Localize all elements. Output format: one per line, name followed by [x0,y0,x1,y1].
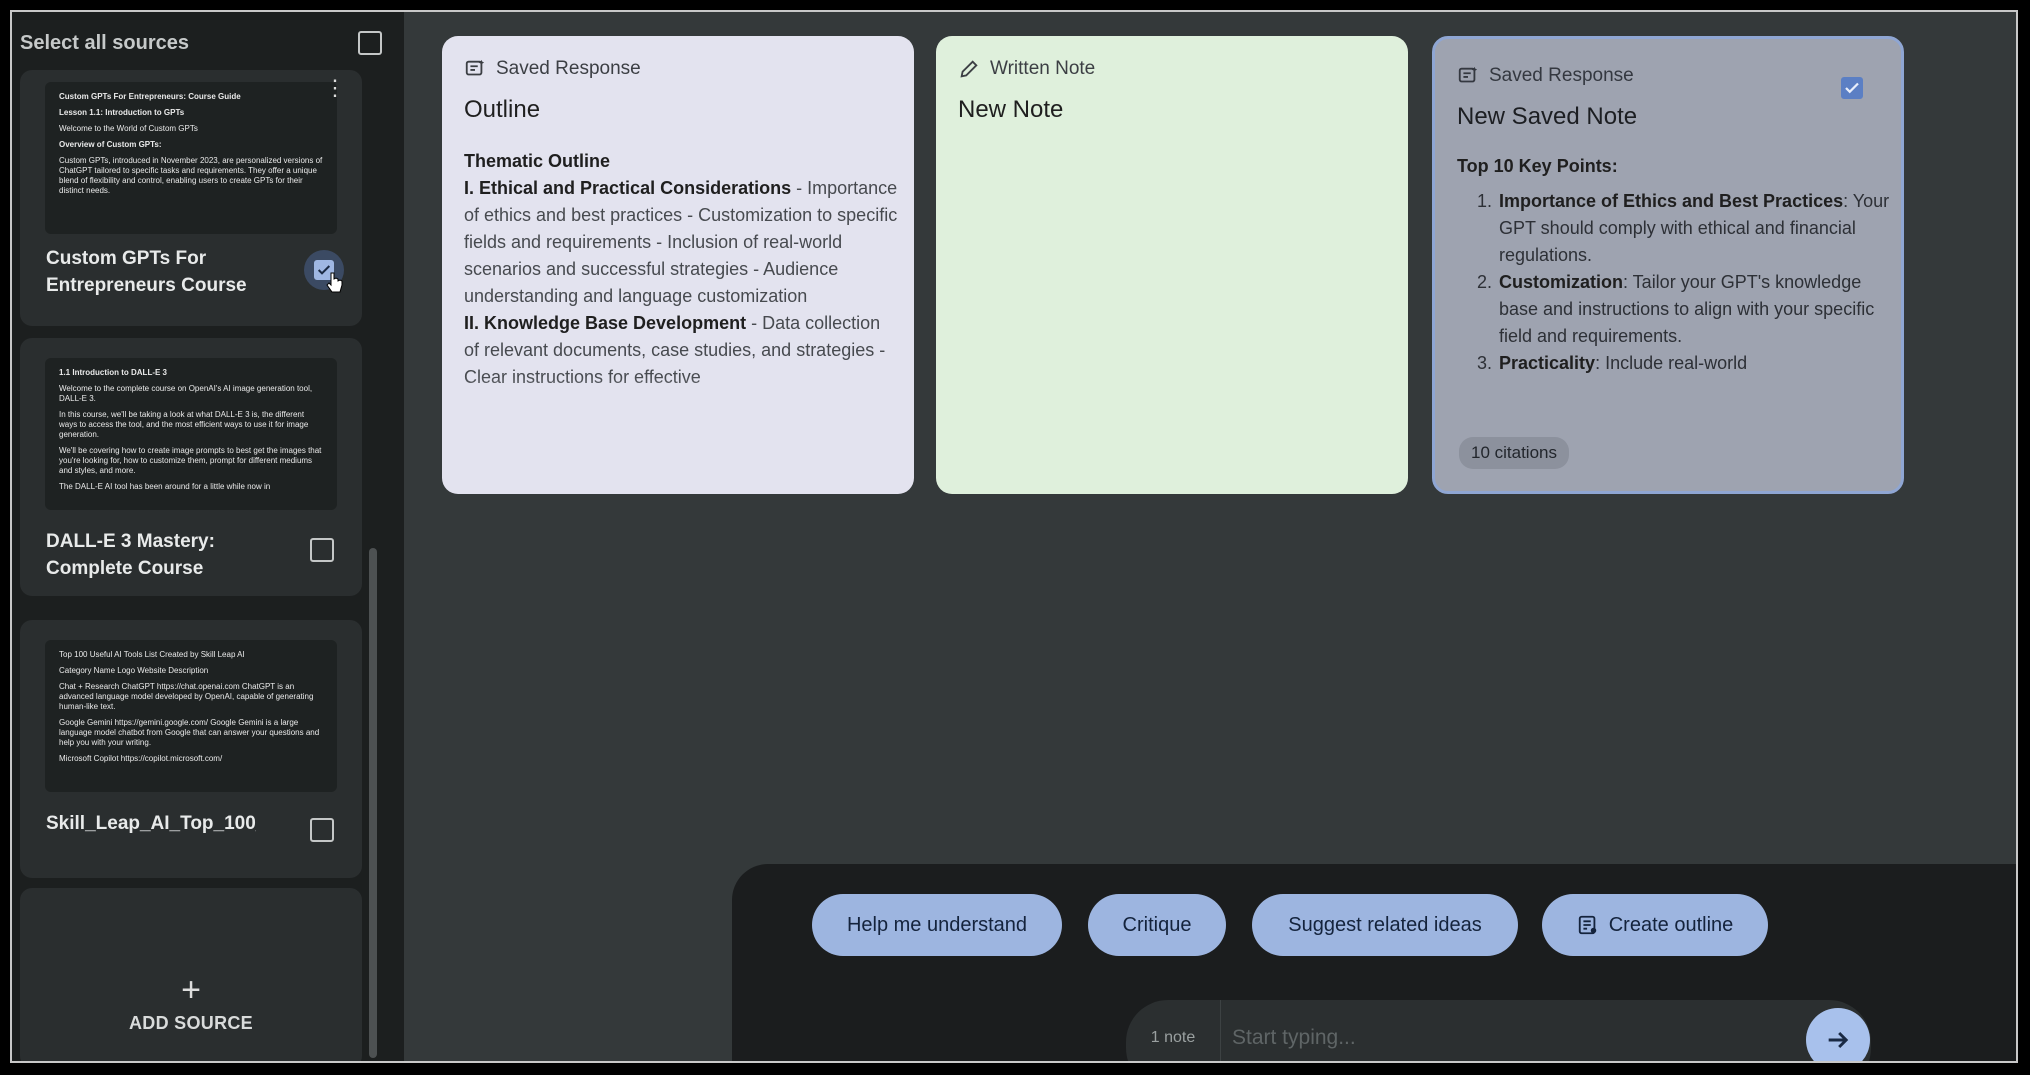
note-body: Thematic Outline I. Ethical and Practica… [464,148,900,391]
section-heading: I. Ethical and Practical Considerations [464,178,792,198]
source-title: DALL-E 3 Mastery: Complete Course [46,531,215,579]
thumb-line: Microsoft Copilot https://copilot.micros… [59,754,223,763]
text-fade [442,376,914,466]
note-kind: Saved Response [1457,65,1634,87]
source-title: Custom GPTs For Entrepreneurs Course [46,248,247,296]
note-kind: Saved Response [464,58,641,80]
thumb-line: Chat + Research ChatGPT https://chat.ope… [59,682,314,711]
thumb-line: Custom GPTs For Entrepreneurs: Course Gu… [59,92,241,101]
source-card[interactable]: Top 100 Useful AI Tools List Created by … [20,620,362,878]
source-checkbox[interactable] [310,538,334,562]
note-title: New Note [958,96,1064,123]
saved-response-icon [465,59,485,76]
thumb-line: Lesson 1.1: Introduction to GPTs [59,108,185,117]
critique-button[interactable]: Critique [1088,894,1226,956]
sidebar-scrollbar[interactable] [369,548,377,1058]
app-window: Select all sources Custom GPTs For Entre… [10,10,2018,1063]
thumb-line: The DALL-E AI tool has been around for a… [59,482,271,491]
help-me-understand-button[interactable]: Help me understand [812,894,1062,956]
source-thumbnail: Custom GPTs For Entrepreneurs: Course Gu… [45,82,337,234]
citations-badge[interactable]: 10 citations [1459,437,1569,469]
note-title: Outline [464,96,541,123]
note-card[interactable]: Saved Response Outline Thematic Outline … [442,36,914,494]
saved-response-icon [1458,66,1478,83]
note-kind-label: Written Note [990,58,1096,79]
note-body: Top 10 Key Points: Importance of Ethics … [1457,153,1893,377]
note-checkbox[interactable] [1841,77,1863,99]
check-icon [1845,82,1859,94]
chat-panel: Help me understand Critique Suggest rela… [732,864,2016,1061]
send-button[interactable] [1806,1008,1870,1061]
list-item: Importance of Ethics and Best Practices:… [1497,188,1893,269]
thumb-line: Welcome to the World of Custom GPTs [59,124,198,133]
source-thumbnail: Top 100 Useful AI Tools List Created by … [45,640,337,792]
thumb-line: Welcome to the complete course on OpenAI… [59,384,313,403]
select-all-checkbox[interactable] [358,31,382,55]
mouse-cursor-icon [326,272,343,293]
source-card[interactable]: 1.1 Introduction to DALL-E 3 Welcome to … [20,338,362,596]
note-heading: Top 10 Key Points: [1457,156,1618,176]
note-card[interactable]: Written Note New Note [936,36,1408,494]
arrow-right-icon [1828,1031,1849,1049]
thumb-line: Category Name Logo Website Description [59,666,209,675]
pencil-icon [960,60,978,78]
create-outline-button[interactable]: Create outline [1542,894,1768,956]
note-count[interactable]: 1 note [1126,1000,1221,1061]
chat-input[interactable]: Start typing... [1232,1026,1356,1050]
chat-input-bar[interactable]: 1 note Start typing... [1126,1000,1871,1061]
note-title: New Saved Note [1457,103,1638,130]
plus-icon: + [181,971,201,1009]
add-source-label: ADD SOURCE [128,1013,253,1033]
outline-icon [1578,915,1596,935]
point-title: Importance of Ethics and Best Practices [1499,191,1844,211]
select-all-row[interactable]: Select all sources [20,28,392,58]
thumb-line: We'll be covering how to create image pr… [59,446,322,475]
sources-sidebar: Select all sources Custom GPTs For Entre… [12,12,404,1061]
chip-label: Help me understand [846,913,1028,936]
note-kind: Written Note [958,58,1095,80]
source-thumbnail: 1.1 Introduction to DALL-E 3 Welcome to … [45,358,337,510]
thumb-line: In this course, we'll be taking a look a… [59,410,309,439]
thumb-line: Custom GPTs, introduced in November 2023… [59,156,323,195]
note-kind-label: Saved Response [496,58,641,79]
source-checkbox[interactable] [310,818,334,842]
chip-label: Critique [1122,913,1192,936]
section-heading: II. Knowledge Base Development [464,313,747,333]
more-options-icon[interactable]: ⋮ [324,77,346,99]
thumb-line: Overview of Custom GPTs: [59,140,162,149]
thumb-line: Google Gemini https://gemini.google.com/… [59,718,320,747]
suggest-related-ideas-button[interactable]: Suggest related ideas [1252,894,1518,956]
note-heading: Thematic Outline [464,151,611,171]
chip-label: Create outline [1608,913,1734,936]
thumb-line: Top 100 Useful AI Tools List Created by … [59,650,245,659]
add-source-button[interactable]: + ADD SOURCE [20,888,362,1061]
select-all-label: Select all sources [20,31,189,54]
note-card-selected[interactable]: Saved Response New Saved Note Top 10 Key… [1432,36,1904,494]
list-item: Customization: Tailor your GPT's knowled… [1497,269,1893,350]
source-card[interactable]: Custom GPTs For Entrepreneurs: Course Gu… [20,70,362,326]
key-points-list: Importance of Ethics and Best Practices:… [1457,188,1893,377]
note-kind-label: Saved Response [1489,65,1634,86]
source-title: Skill_Leap_AI_Top_100_U [46,813,256,834]
chip-label: Suggest related ideas [1288,913,1482,936]
point-title: Customization [1499,272,1623,292]
thumb-line: 1.1 Introduction to DALL-E 3 [59,368,167,377]
